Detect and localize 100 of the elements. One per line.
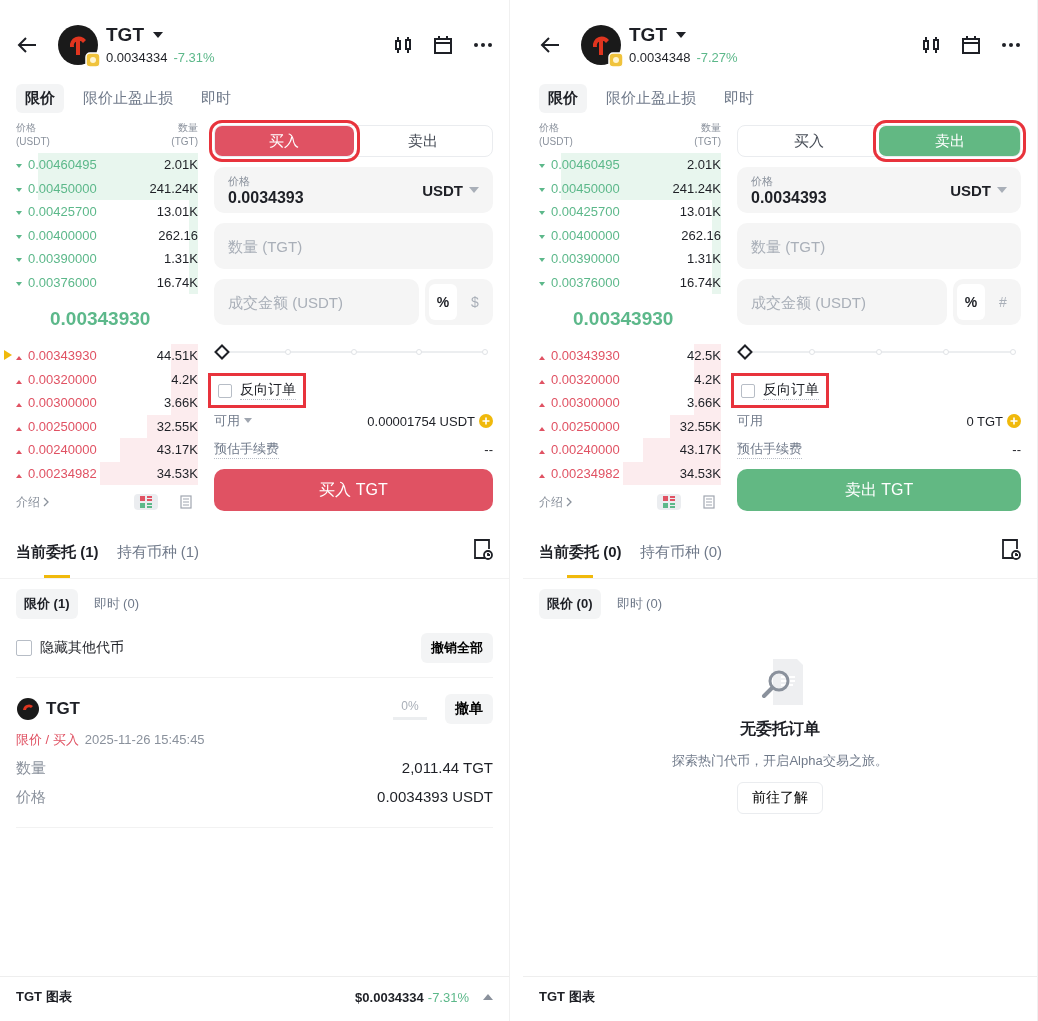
up-triangle-icon bbox=[539, 425, 545, 431]
price-input[interactable]: 0.0034393 bbox=[751, 188, 881, 207]
depth-view-toggle[interactable] bbox=[134, 494, 158, 510]
available-balance: 0.00001754 USDT bbox=[367, 413, 475, 429]
up-triangle-icon bbox=[16, 378, 22, 384]
amount-field[interactable]: 成交金额 (USDT) bbox=[214, 279, 419, 325]
order-filter-tab[interactable]: 限价 (1) bbox=[16, 589, 78, 619]
order-type-tab[interactable]: 即时 bbox=[715, 84, 763, 113]
book-price[interactable]: 0.00376000 bbox=[28, 274, 157, 290]
dropdown-caret-icon bbox=[997, 186, 1007, 194]
intro-link[interactable]: 介绍 bbox=[16, 493, 40, 511]
reverse-order-checkbox[interactable] bbox=[741, 383, 755, 398]
down-triangle-icon bbox=[539, 164, 545, 170]
side-tab[interactable]: 买入 bbox=[738, 126, 879, 156]
down-triangle-icon bbox=[16, 211, 22, 217]
last-price: 0.00343930 bbox=[49, 307, 152, 331]
dropdown-caret-icon[interactable] bbox=[152, 30, 164, 40]
book-price[interactable]: 0.00234982 bbox=[28, 465, 157, 481]
book-price[interactable]: 0.00300000 bbox=[551, 395, 687, 411]
orders-tab[interactable]: 当前委托 (1) bbox=[16, 539, 99, 575]
order-filter-tab[interactable]: 即时 (0) bbox=[85, 589, 147, 619]
book-price[interactable]: 0.00425700 bbox=[28, 204, 157, 220]
currency-selector[interactable]: USDT bbox=[950, 181, 1007, 199]
orders-tab[interactable]: 持有币种 (0) bbox=[639, 539, 722, 575]
book-price[interactable]: 0.00240000 bbox=[28, 442, 157, 458]
candlestick-chart-icon[interactable] bbox=[393, 35, 413, 55]
order-filter-tab[interactable]: 即时 (0) bbox=[608, 589, 670, 619]
fee-label: 预估手续费 bbox=[737, 440, 802, 459]
quantity-field[interactable]: 数量 (TGT) bbox=[737, 223, 1021, 269]
book-price[interactable]: 0.00390000 bbox=[551, 251, 687, 267]
book-price[interactable]: 0.00234982 bbox=[551, 465, 680, 481]
book-price[interactable]: 0.00250000 bbox=[551, 418, 680, 434]
book-price[interactable]: 0.00300000 bbox=[28, 395, 164, 411]
book-price[interactable]: 0.00240000 bbox=[551, 442, 680, 458]
slider-thumb[interactable] bbox=[214, 344, 230, 360]
cancel-order-button[interactable]: 撤单 bbox=[445, 694, 493, 724]
order-type-tab[interactable]: 限价 bbox=[539, 84, 587, 113]
side-tab[interactable]: 卖出 bbox=[353, 126, 492, 156]
order-type-tab[interactable]: 限价止盈止损 bbox=[74, 84, 182, 113]
dropdown-caret-icon[interactable] bbox=[675, 30, 687, 40]
order-type-tab[interactable]: 限价 bbox=[16, 84, 64, 113]
book-quantity: 43.17K bbox=[679, 442, 721, 458]
chart-bar[interactable]: TGT 图表 bbox=[523, 976, 1037, 1017]
price-change: -7.31% bbox=[173, 50, 215, 65]
book-price[interactable]: 0.00250000 bbox=[28, 418, 157, 434]
token-symbol[interactable]: TGT bbox=[106, 24, 144, 46]
down-triangle-icon bbox=[16, 164, 22, 170]
book-quantity: 262.16 bbox=[158, 227, 198, 243]
candlestick-chart-icon[interactable] bbox=[921, 35, 941, 55]
book-price[interactable]: 0.00320000 bbox=[28, 371, 172, 387]
unit-toggle[interactable]: # bbox=[989, 284, 1017, 320]
book-quantity: 16.74K bbox=[679, 274, 721, 290]
book-price[interactable]: 0.00320000 bbox=[551, 371, 695, 387]
chart-bar[interactable]: TGT 图表 $0.0034334 -7.31% bbox=[0, 976, 509, 1017]
submit-order-button[interactable]: 买入 TGT bbox=[214, 469, 493, 511]
intro-link[interactable]: 介绍 bbox=[539, 493, 563, 511]
submit-order-button[interactable]: 卖出 TGT bbox=[737, 469, 1021, 511]
price-field[interactable]: 价格 0.0034393 USDT bbox=[737, 167, 1021, 213]
unit-toggle[interactable]: % bbox=[957, 284, 985, 320]
unit-toggle[interactable]: $ bbox=[461, 284, 489, 320]
calendar-icon[interactable] bbox=[961, 35, 981, 55]
quantity-field[interactable]: 数量 (TGT) bbox=[214, 223, 493, 269]
book-quantity: 1.31K bbox=[164, 251, 198, 267]
book-price[interactable]: 0.00376000 bbox=[551, 274, 680, 290]
cancel-all-button[interactable]: 撤销全部 bbox=[421, 633, 493, 663]
order-type-tab[interactable]: 限价止盈止损 bbox=[597, 84, 705, 113]
currency-selector[interactable]: USDT bbox=[422, 181, 479, 199]
book-price[interactable]: 0.00460495 bbox=[28, 157, 164, 173]
orders-tab[interactable]: 当前委托 (0) bbox=[539, 539, 622, 575]
amount-field[interactable]: 成交金额 (USDT) bbox=[737, 279, 947, 325]
unit-toggle[interactable]: % bbox=[429, 284, 457, 320]
price-field[interactable]: 价格 0.0034393 USDT bbox=[214, 167, 493, 213]
order-history-icon[interactable] bbox=[473, 539, 493, 560]
book-price[interactable]: 0.00400000 bbox=[28, 227, 159, 243]
book-price[interactable]: 0.00450000 bbox=[551, 180, 673, 196]
book-price[interactable]: 0.00343930 bbox=[551, 348, 687, 364]
chain-badge-icon bbox=[85, 52, 101, 68]
depth-view-toggle[interactable] bbox=[657, 494, 681, 510]
reverse-order-checkbox[interactable] bbox=[218, 383, 232, 398]
token-logo-icon bbox=[16, 697, 40, 721]
book-price[interactable]: 0.00343930 bbox=[28, 348, 157, 364]
book-price[interactable]: 0.00390000 bbox=[28, 251, 164, 267]
book-price[interactable]: 0.00425700 bbox=[551, 204, 680, 220]
book-price[interactable]: 0.00450000 bbox=[28, 180, 150, 196]
calendar-icon[interactable] bbox=[433, 35, 453, 55]
book-price[interactable]: 0.00460495 bbox=[551, 157, 687, 173]
order-type-tab[interactable]: 即时 bbox=[192, 84, 240, 113]
order-filter-tab[interactable]: 限价 (0) bbox=[539, 589, 601, 619]
book-quantity: 241.24K bbox=[149, 180, 198, 196]
token-symbol[interactable]: TGT bbox=[629, 24, 667, 46]
hide-others-checkbox[interactable] bbox=[16, 640, 32, 656]
slider-thumb[interactable] bbox=[737, 344, 753, 360]
order-type: 限价 / 买入 bbox=[16, 732, 79, 747]
up-triangle-icon bbox=[539, 449, 545, 455]
orders-tab[interactable]: 持有币种 (1) bbox=[116, 539, 199, 575]
order-history-icon[interactable] bbox=[1001, 539, 1021, 560]
explore-button[interactable]: 前往了解 bbox=[737, 782, 823, 814]
price-input[interactable]: 0.0034393 bbox=[228, 188, 358, 207]
book-price[interactable]: 0.00400000 bbox=[551, 227, 682, 243]
quantity-unit: (TGT) bbox=[694, 135, 721, 149]
